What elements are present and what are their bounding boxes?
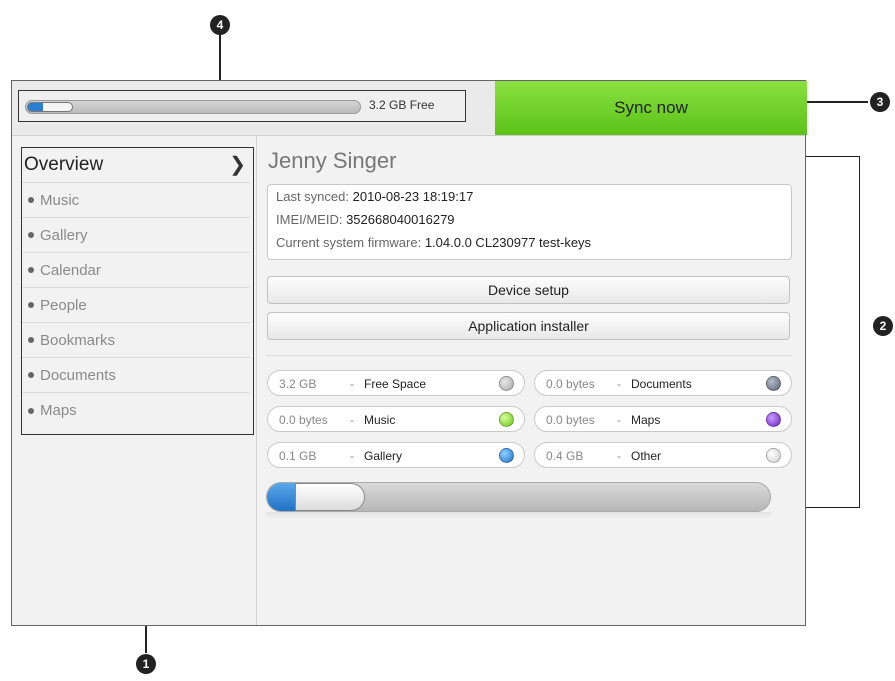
bullet-icon [28,232,34,238]
storage-item-dash: - [350,449,354,463]
app-window: 3.2 GB Free Sync now Overview ❯ Music Ga… [11,80,807,626]
legend-dot-icon [499,448,514,463]
imei-label: IMEI/MEID: [276,212,343,227]
storage-item-dash: - [617,377,621,391]
last-synced-value: 2010-08-23 18:19:17 [352,189,474,204]
storage-item-value: 3.2 GB [279,377,317,391]
storage-item-music: 0.0 bytes - Music [267,406,525,432]
usage-segment-gallery [267,483,297,511]
sidebar-item-overview[interactable]: Overview ❯ [22,148,250,183]
storage-item-value: 0.0 bytes [546,413,595,427]
imei-row: IMEI/MEID: 352668040016279 [276,212,455,227]
storage-item-name: Gallery [364,449,403,463]
imei-value: 352668040016279 [346,212,455,227]
legend-dot-icon [499,412,514,427]
firmware-value: 1.04.0.0 CL230977 test-keys [424,235,592,250]
device-owner-name: Jenny Singer [268,148,397,173]
storage-item-other: 0.4 GB - Other [534,442,792,468]
sidebar-item-label: Overview [24,154,104,175]
bullet-icon [28,407,34,414]
storage-item-value: 0.4 GB [546,449,584,463]
device-info-box: Last synced: 2010-08-23 18:19:17 IMEI/ME… [267,184,792,260]
storage-item-free-space: 3.2 GB - Free Space [267,370,525,396]
sidebar-item-label: People [40,296,87,314]
sidebar-item-label: Documents [40,366,116,384]
storage-item-documents: 0.0 bytes - Documents [534,370,792,396]
legend-dot-icon [499,376,514,391]
sidebar-item-documents[interactable]: Documents [22,358,250,393]
bullet-icon [28,337,34,343]
legend-dot-icon [766,376,781,391]
storage-progress-fill [27,102,73,112]
legend-dot-icon [766,412,781,427]
bullet-icon [28,372,34,378]
storage-item-maps: 0.0 bytes - Maps [534,406,792,432]
sync-now-button[interactable]: Sync now [495,81,807,135]
storage-item-value: 0.0 bytes [279,413,328,427]
application-installer-button[interactable]: Application installer [267,312,790,340]
sidebar-item-music[interactable]: Music [22,183,250,218]
storage-indicator: 3.2 GB Free [18,90,466,122]
device-setup-button[interactable]: Device setup [267,276,790,304]
divider [267,355,792,356]
last-synced-label: Last synced: [276,189,349,204]
sidebar-item-label: Bookmarks [40,331,116,349]
storage-item-name: Music [364,413,396,427]
bullet-icon [28,302,34,308]
callout-2-bracket-bottom [806,507,860,508]
callout-2: 2 [873,316,893,336]
sidebar-item-label: Maps [40,402,77,419]
bullet-icon [28,197,34,203]
callout-3: 3 [870,92,890,112]
storage-item-name: Free Space [364,377,427,391]
storage-item-gallery: 0.1 GB - Gallery [267,442,525,468]
storage-free-text: 3.2 GB Free [369,98,435,112]
storage-progress-bar [25,100,361,114]
sidebar-item-label: Gallery [40,226,88,244]
last-synced-row: Last synced: 2010-08-23 18:19:17 [276,189,473,204]
sidebar-item-label: Music [40,191,80,209]
sidebar-item-bookmarks[interactable]: Bookmarks [22,323,250,358]
callout-2-bracket-top [806,156,860,157]
sidebar-item-gallery[interactable]: Gallery [22,218,250,253]
legend-dot-icon [766,448,781,463]
storage-usage-bar [266,482,771,512]
sidebar-item-label: Calendar [40,261,101,279]
callout-2-bracket-side [859,156,860,508]
firmware-label: Current system firmware: [276,235,422,250]
callout-4: 4 [210,15,230,35]
firmware-row: Current system firmware: 1.04.0.0 CL2309… [276,235,591,250]
storage-item-dash: - [617,449,621,463]
bullet-icon [28,267,34,273]
sidebar-item-maps[interactable]: Maps [22,393,250,428]
storage-item-name: Other [631,449,662,463]
storage-item-name: Documents [631,377,692,391]
sidebar-item-people[interactable]: People [22,288,250,323]
storage-item-dash: - [617,413,621,427]
storage-item-dash: - [350,377,354,391]
top-bar: 3.2 GB Free Sync now [12,81,807,136]
chevron-right-icon: ❯ [229,154,246,176]
sidebar: Overview ❯ Music Gallery Calendar People [12,136,257,625]
sidebar-item-calendar[interactable]: Calendar [22,253,250,288]
callout-1: 1 [136,654,156,674]
main-panel: Jenny Singer Last synced: 2010-08-23 18:… [257,136,807,625]
storage-item-value: 0.1 GB [279,449,317,463]
usage-bar-reflection [266,512,771,520]
storage-item-name: Maps [631,413,661,427]
storage-item-value: 0.0 bytes [546,377,595,391]
usage-segment-other [295,483,365,511]
sidebar-nav: Overview ❯ Music Gallery Calendar People [21,147,254,435]
storage-item-dash: - [350,413,354,427]
